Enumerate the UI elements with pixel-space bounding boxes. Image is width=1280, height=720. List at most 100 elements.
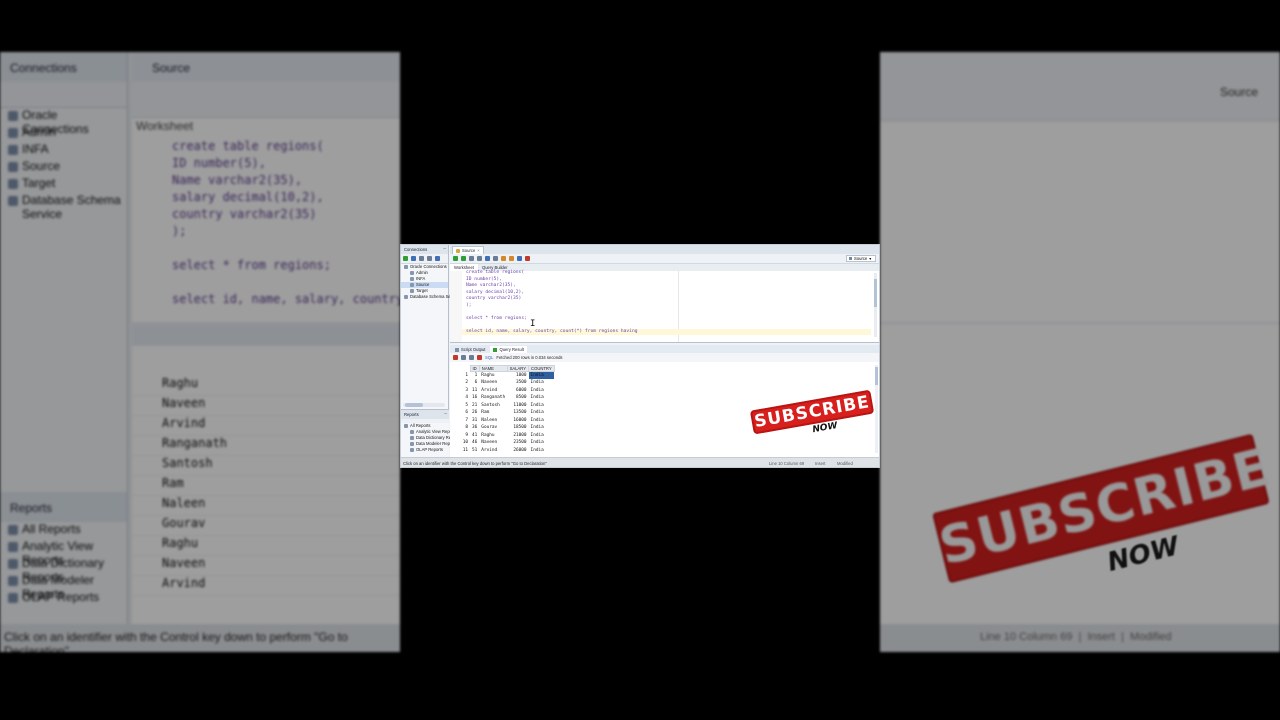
tab-script-output[interactable]: Script Output	[452, 346, 489, 353]
cell-country[interactable]: India	[529, 379, 555, 387]
tree-schema-service[interactable]: Database Schema Service	[401, 294, 460, 300]
bg-tree-source: Source	[0, 159, 127, 176]
tab-source[interactable]: Source ×	[452, 246, 484, 254]
refresh-icon[interactable]	[411, 256, 416, 261]
chevron-down-icon: ▾	[869, 256, 872, 261]
cell-salary[interactable]: 21000	[507, 432, 528, 440]
cell-name[interactable]: Naveen	[479, 379, 507, 387]
tab-query-result[interactable]: Query Result	[490, 346, 527, 353]
results-grid: ID NAME SALARY COUNTRY 1 1 Raghu 1000 India 2…	[456, 365, 555, 454]
clear-icon[interactable]	[509, 256, 514, 261]
cell-id[interactable]: 11	[470, 387, 479, 395]
table-row[interactable]: 3 11 Arvind 6000 India	[456, 387, 554, 395]
table-row[interactable]: 2 6 Naveen 3500 India	[456, 379, 554, 387]
table-row[interactable]: 8 36 Gourav 18500 India	[456, 424, 554, 432]
connections-scrollbar[interactable]	[403, 403, 445, 407]
history-icon[interactable]	[517, 256, 522, 261]
cell-name[interactable]: Naveen	[479, 439, 507, 447]
cell-id[interactable]: 6	[470, 379, 479, 387]
cell-salary[interactable]: 23500	[507, 439, 528, 447]
cell-country[interactable]: India	[529, 409, 555, 417]
table-row[interactable]: 1 1 Raghu 1000 India	[456, 371, 555, 380]
close-icon[interactable]: ×	[477, 248, 479, 253]
table-row[interactable]: 4 16 Ranganath 8500 India	[456, 394, 554, 402]
cell-id[interactable]: 41	[470, 432, 479, 440]
bg-connections-title: Connections	[0, 52, 127, 82]
commit-icon[interactable]	[469, 256, 474, 261]
cell-id[interactable]: 46	[470, 439, 479, 447]
refresh-icon[interactable]	[477, 355, 482, 360]
cell-name[interactable]: Raghu	[479, 432, 507, 440]
cell-country[interactable]: India	[529, 439, 555, 447]
cell-country[interactable]: India	[529, 417, 555, 425]
cell-name[interactable]: Arvind	[479, 447, 507, 455]
minimize-icon[interactable]: –	[443, 246, 446, 252]
sql-label[interactable]: SQL	[485, 355, 493, 360]
tree-report-olap[interactable]: OLAP Reports	[401, 447, 449, 453]
cell-salary[interactable]: 13500	[507, 409, 528, 417]
filter-icon[interactable]	[419, 256, 424, 261]
folder-icon	[404, 424, 408, 428]
table-row[interactable]: 7 31 Naleen 16000 India	[456, 417, 554, 425]
cell-id[interactable]: 16	[470, 394, 479, 402]
results-scrollbar[interactable]	[875, 365, 878, 453]
explain-plan-icon[interactable]	[485, 256, 490, 261]
connection-select[interactable]: Source ▾	[846, 255, 876, 262]
cell-salary[interactable]: 11000	[507, 402, 528, 410]
sql-editor[interactable]: create table regions( ID number(5), Name…	[450, 270, 879, 343]
editor-scrollbar[interactable]	[874, 273, 877, 337]
bg-row: Ranganath	[132, 436, 400, 456]
table-row[interactable]: 10 46 Naveen 23500 India	[456, 439, 554, 447]
cell-country[interactable]: India	[529, 447, 555, 455]
cell-id[interactable]: 21	[470, 402, 479, 410]
cell-salary[interactable]: 1000	[507, 372, 528, 380]
sql-tuning-icon[interactable]	[501, 256, 506, 261]
table-row[interactable]: 11 51 Arvind 26000 India	[456, 447, 554, 455]
more-tools-icon[interactable]	[435, 256, 440, 261]
pin-icon[interactable]	[453, 355, 458, 360]
cell-country[interactable]: India	[529, 432, 555, 440]
cell-salary[interactable]: 6000	[507, 387, 528, 395]
bg-tree-schema: Database Schema Service	[0, 193, 127, 221]
add-connection-icon[interactable]	[403, 256, 408, 261]
export-icon[interactable]	[469, 355, 474, 360]
table-row[interactable]: 9 41 Raghu 21000 India	[456, 432, 554, 440]
cell-id[interactable]: 26	[470, 409, 479, 417]
cell-id[interactable]: 51	[470, 447, 479, 455]
cell-salary[interactable]: 16000	[507, 417, 528, 425]
cell-salary[interactable]: 3500	[507, 379, 528, 387]
cell-name[interactable]: Santosh	[479, 402, 507, 410]
table-row[interactable]: 6 26 Ram 13500 India	[456, 409, 554, 417]
column-header-country[interactable]: COUNTRY	[528, 365, 555, 372]
autotrace-icon[interactable]	[493, 256, 498, 261]
table-row[interactable]: 5 21 Santosh 11000 India	[456, 402, 554, 410]
cell-name[interactable]: Naleen	[479, 417, 507, 425]
cell-country[interactable]: India	[529, 424, 555, 432]
cell-country[interactable]: India	[529, 394, 555, 402]
print-icon[interactable]	[461, 355, 466, 360]
rollback-icon[interactable]	[477, 256, 482, 261]
column-header-salary[interactable]: SALARY	[506, 365, 530, 372]
worksheet-toolbar: Source ▾	[450, 254, 879, 264]
cell-name[interactable]: Gourav	[479, 424, 507, 432]
cell-id[interactable]: 36	[470, 424, 479, 432]
run-statement-icon[interactable]	[453, 256, 458, 261]
cell-name[interactable]: Raghu	[479, 372, 507, 380]
cell-country[interactable]: India	[529, 387, 555, 395]
cell-country[interactable]: India	[529, 402, 555, 410]
document-tabs: Source ×	[450, 245, 879, 254]
cell-name[interactable]: Ranganath	[479, 394, 507, 402]
schema-browser-icon[interactable]	[427, 256, 432, 261]
cell-country[interactable]: India	[528, 371, 555, 379]
minimize-icon[interactable]: –	[444, 411, 447, 417]
cell-name[interactable]: Ram	[479, 409, 507, 417]
cell-salary[interactable]: 8500	[507, 394, 528, 402]
cell-name[interactable]: Arvind	[479, 387, 507, 395]
cell-salary[interactable]: 26000	[507, 447, 528, 455]
cancel-icon[interactable]	[525, 256, 530, 261]
cell-id[interactable]: 1	[470, 372, 479, 380]
cell-id[interactable]: 31	[470, 417, 479, 425]
cell-salary[interactable]: 18500	[507, 424, 528, 432]
worksheet-icon	[456, 248, 460, 253]
run-script-icon[interactable]	[461, 256, 466, 261]
